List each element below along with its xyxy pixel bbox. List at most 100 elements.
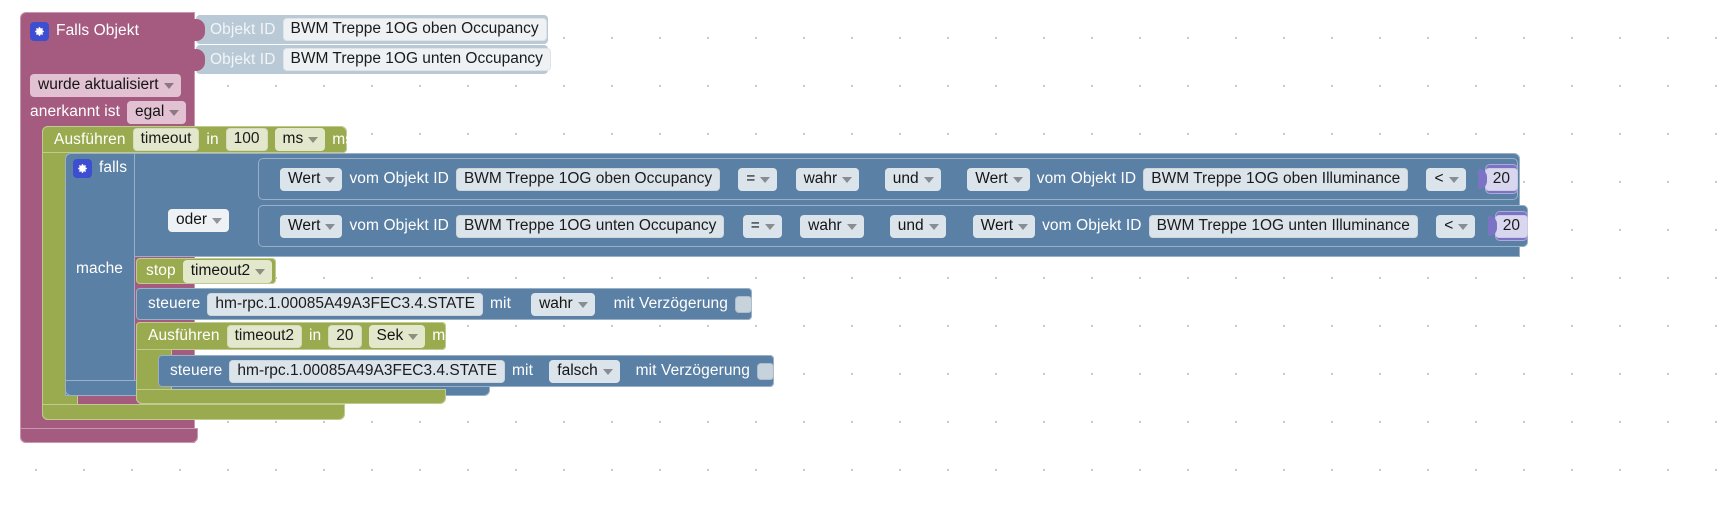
trigger-ack-dropdown[interactable]: egal: [127, 100, 187, 124]
chevron-down-icon: [928, 223, 939, 230]
cond1-left-of-label: vom Objekt ID: [349, 217, 449, 234]
join-dropdown-row: oder: [168, 208, 248, 232]
chevron-down-icon: [255, 268, 266, 275]
control-off-label: steuere: [170, 362, 223, 379]
outer-timeout-foot: [42, 404, 345, 420]
cond1-right-object-id[interactable]: BWM Treppe 1OG unten Illuminance: [1148, 214, 1418, 238]
control-on-object-id[interactable]: hm-rpc.1.00085A49A3FEC3.4.STATE: [207, 292, 484, 316]
cond1-left-kind-value: Wert: [288, 216, 321, 234]
trigger-condition-row: wurde aktualisiert: [30, 73, 190, 97]
control-off-object-id[interactable]: hm-rpc.1.00085A49A3FEC3.4.STATE: [229, 359, 506, 383]
inner-timeout-in-label: in: [309, 327, 322, 344]
cond0-number-block[interactable]: 20: [1477, 164, 1519, 194]
control-on-value-dropdown[interactable]: wahr: [531, 292, 595, 316]
outer-timeout-name[interactable]: timeout: [132, 128, 200, 151]
cond1-operator-value: =: [750, 216, 760, 234]
inner-timeout-header[interactable]: Ausführen timeout2 in 20 Sek ms: [136, 322, 453, 350]
chevron-down-icon: [212, 217, 223, 224]
chevron-down-icon: [408, 333, 419, 340]
cond0-right-operator-dropdown[interactable]: <: [1426, 167, 1466, 191]
outer-timeout-run-label: Ausführen: [54, 130, 126, 148]
trigger-condition-dropdown[interactable]: wurde aktualisiert: [30, 73, 181, 97]
outer-timeout-unit-dropdown[interactable]: ms: [274, 128, 326, 151]
control-on-delay-label: mit Verzögerung: [613, 295, 728, 312]
cond1-left-kind-dropdown[interactable]: Wert: [280, 214, 343, 238]
chevron-down-icon: [163, 82, 174, 89]
outer-timeout-delay[interactable]: 100: [225, 128, 268, 151]
cond0-left-kind-value: Wert: [288, 169, 321, 187]
cond1-right-of-label: vom Objekt ID: [1042, 217, 1142, 234]
outer-timeout-unit-suffix: ms: [332, 130, 354, 148]
inner-timeout-name[interactable]: timeout2: [226, 324, 303, 348]
cond1-combine-dropdown[interactable]: und: [889, 214, 946, 238]
trigger-ack-dropdown-value: egal: [135, 102, 165, 120]
object-id-value-1[interactable]: BWM Treppe 1OG unten Occupancy: [282, 48, 551, 71]
gear-icon[interactable]: [73, 158, 92, 178]
stop-timer-dropdown[interactable]: timeout2: [182, 259, 273, 283]
chevron-down-icon: [577, 301, 588, 308]
cond1-right-operator-dropdown[interactable]: <: [1436, 214, 1476, 238]
trigger-object-row-1[interactable]: Objekt ID BWM Treppe 1OG unten Occupancy: [194, 45, 551, 74]
control-off-value-dropdown[interactable]: falsch: [549, 359, 620, 383]
cond1-left-object-id[interactable]: BWM Treppe 1OG unten Occupancy: [455, 214, 725, 238]
cond0-operator-value: =: [746, 169, 756, 187]
control-off-value: falsch: [557, 361, 598, 379]
chevron-down-icon: [169, 109, 180, 116]
inner-timeout-unit-value: Sek: [376, 326, 404, 344]
cond1-number-value[interactable]: 20: [1494, 214, 1528, 238]
cond1-left-value-dropdown[interactable]: wahr: [800, 214, 864, 238]
stop-timer-value: timeout2: [190, 261, 251, 279]
control-off-block[interactable]: steuere hm-rpc.1.00085A49A3FEC3.4.STATE …: [158, 355, 774, 387]
trigger-ack-row: anerkannt ist egal: [30, 100, 200, 124]
inner-timeout-delay[interactable]: 20: [328, 324, 362, 348]
cond1-operator-dropdown[interactable]: =: [742, 214, 782, 238]
chevron-down-icon: [764, 223, 775, 230]
trigger-object-row-0[interactable]: Objekt ID BWM Treppe 1OG oben Occupancy: [194, 15, 548, 44]
cond0-right-of-label: vom Objekt ID: [1036, 170, 1137, 187]
chevron-down-icon: [1012, 176, 1023, 183]
cond0-operator-dropdown[interactable]: =: [738, 167, 778, 191]
cond0-left-value: wahr: [803, 169, 838, 187]
control-on-with-label: mit: [490, 295, 511, 312]
cond1-number-block[interactable]: 20: [1487, 211, 1528, 241]
cond0-right-operator-value: <: [1434, 169, 1444, 187]
inner-timeout-unit-dropdown[interactable]: Sek: [368, 324, 426, 348]
inner-timeout-run-label: Ausführen: [148, 327, 220, 344]
cond1-combine-value: und: [897, 216, 924, 234]
trigger-block-foot: [20, 428, 198, 443]
condition-row-0[interactable]: Wert vom Objekt ID BWM Treppe 1OG oben O…: [258, 158, 1519, 200]
control-off-with-label: mit: [512, 362, 533, 379]
join-dropdown[interactable]: oder: [168, 208, 230, 232]
trigger-condition-dropdown-value: wurde aktualisiert: [38, 75, 159, 93]
cond0-number-value[interactable]: 20: [1484, 167, 1519, 191]
stop-timer-block[interactable]: stop timeout2: [136, 258, 276, 284]
if-label-row: falls: [73, 156, 183, 180]
chevron-down-icon: [308, 137, 319, 143]
trigger-ack-label: anerkannt ist: [30, 103, 121, 120]
object-id-label-0: Objekt ID: [210, 20, 276, 38]
cond1-right-kind-dropdown[interactable]: Wert: [972, 214, 1036, 238]
object-id-value-0[interactable]: BWM Treppe 1OG oben Occupancy: [282, 18, 547, 41]
cond0-combine-dropdown[interactable]: und: [884, 167, 941, 191]
cond0-left-kind-dropdown[interactable]: Wert: [280, 167, 343, 191]
cond0-right-object-id[interactable]: BWM Treppe 1OG oben Illuminance: [1143, 167, 1409, 191]
cond0-left-object-id[interactable]: BWM Treppe 1OG oben Occupancy: [455, 167, 721, 191]
chevron-down-icon: [760, 176, 771, 183]
control-off-delay-checkbox[interactable]: [757, 362, 774, 380]
cond1-right-operator-value: <: [1444, 216, 1454, 234]
trigger-title: Falls Objekt: [56, 22, 140, 39]
control-on-block[interactable]: steuere hm-rpc.1.00085A49A3FEC3.4.STATE …: [136, 288, 752, 320]
outer-timeout-header[interactable]: Ausführen timeout in 100 ms ms: [42, 126, 353, 153]
cond0-combine-value: und: [892, 169, 919, 187]
object-id-label-1: Objekt ID: [210, 50, 276, 68]
blockly-workspace[interactable]: Falls Objekt Objekt ID BWM Treppe 1OG ob…: [0, 0, 1734, 514]
trigger-title-row: Falls Objekt: [30, 19, 190, 43]
chevron-down-icon: [325, 223, 336, 230]
condition-row-1[interactable]: Wert vom Objekt ID BWM Treppe 1OG unten …: [258, 205, 1528, 247]
cond0-left-value-dropdown[interactable]: wahr: [795, 167, 860, 191]
control-on-delay-checkbox[interactable]: [735, 295, 752, 313]
cond0-right-kind-dropdown[interactable]: Wert: [967, 167, 1030, 191]
chevron-down-icon: [1018, 223, 1029, 230]
gear-icon[interactable]: [30, 21, 49, 41]
control-on-value: wahr: [539, 294, 573, 312]
